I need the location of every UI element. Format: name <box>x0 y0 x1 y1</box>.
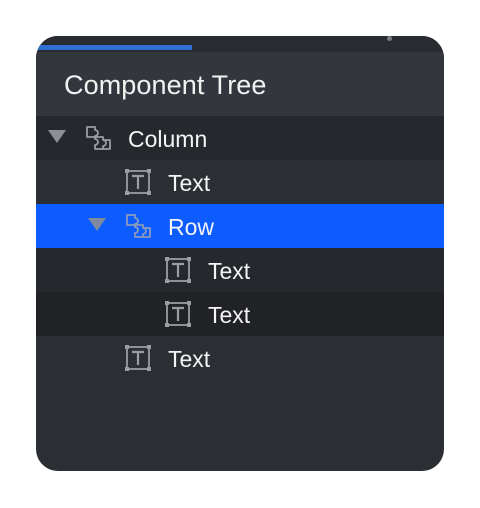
panel-title: Component Tree <box>64 70 267 100</box>
active-tab-indicator <box>36 45 192 50</box>
text-component-icon <box>125 169 151 195</box>
tree-node-label: Text <box>208 258 251 284</box>
component-tree: Column Text Row Text Text Text <box>36 116 444 380</box>
expand-arrow-icon[interactable] <box>88 218 106 231</box>
tree-node-row[interactable]: Row <box>36 204 444 248</box>
tree-node-label: Column <box>128 126 208 152</box>
tree-node-label: Text <box>168 346 211 372</box>
panel-tab-bar[interactable] <box>36 36 444 52</box>
tree-node-column[interactable]: Column <box>36 116 444 160</box>
puzzle-icon <box>126 214 151 238</box>
tree-node-text[interactable]: Text <box>36 336 444 380</box>
tree-node-text[interactable]: Text <box>36 292 444 336</box>
text-component-icon <box>165 257 191 283</box>
text-component-icon <box>165 301 191 327</box>
puzzle-icon <box>86 126 111 150</box>
tree-node-text[interactable]: Text <box>36 248 444 292</box>
text-component-icon <box>125 345 151 371</box>
tab-overflow-dot <box>387 36 392 41</box>
expand-arrow-icon[interactable] <box>48 130 66 143</box>
tree-node-text[interactable]: Text <box>36 160 444 204</box>
panel-header: Component Tree <box>36 52 444 116</box>
tree-node-label: Text <box>168 170 211 196</box>
tree-node-label: Row <box>168 214 215 240</box>
component-tree-panel: Component Tree Column Text Row Text Text… <box>36 36 444 471</box>
tree-node-label: Text <box>208 302 251 328</box>
